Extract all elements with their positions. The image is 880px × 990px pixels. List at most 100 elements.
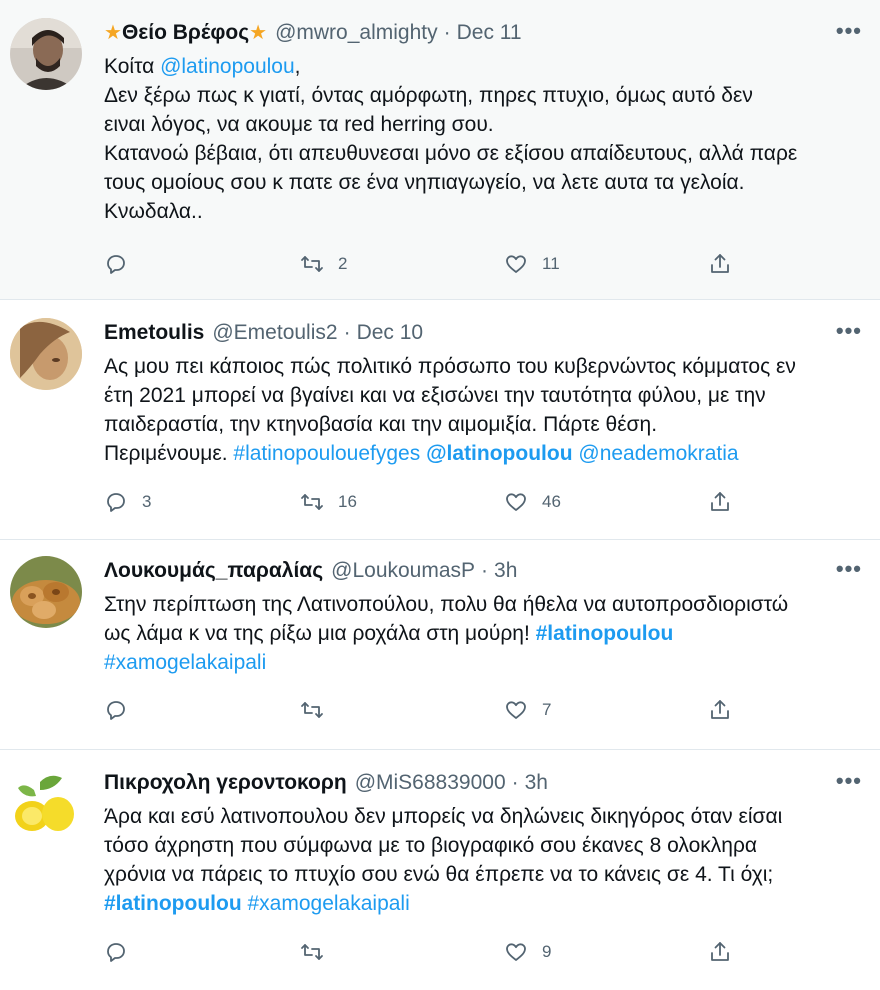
timestamp[interactable]: Dec 10	[357, 318, 424, 348]
like-button[interactable]: 7	[504, 698, 551, 722]
hashtag-link[interactable]: #xamogelakaipali	[248, 892, 410, 915]
mention-link[interactable]: @latinopoulou	[426, 442, 572, 465]
text-segment: Κοίτα	[104, 55, 161, 78]
reply-count: 3	[142, 492, 152, 511]
hashtag-link[interactable]: #latinopoulou	[536, 622, 674, 645]
retweet-icon	[301, 494, 323, 510]
like-icon	[506, 943, 526, 961]
more-icon[interactable]: •••	[836, 768, 862, 794]
avatar[interactable]	[10, 318, 82, 390]
reply-icon	[107, 493, 125, 512]
user-handle[interactable]: @MiS68839000	[355, 768, 506, 798]
more-icon[interactable]: •••	[836, 18, 862, 44]
text-segment: ως λάμα κ να της ρίξω μια ροχάλα στη μού…	[104, 622, 536, 645]
retweet-button[interactable]	[300, 698, 338, 722]
text-line: παιδεραστία, την κτηνοβασία και την αιμο…	[104, 413, 658, 436]
reply-icon	[107, 255, 125, 274]
tweet-actions: 9	[104, 940, 840, 970]
separator: ·	[343, 321, 351, 344]
like-button[interactable]: 9	[504, 940, 551, 964]
hashtag-link[interactable]: #xamogelakaipali	[104, 651, 266, 674]
text-line: Στην περίπτωση της Λατινοπούλου, πολυ θα…	[104, 593, 789, 616]
tweet[interactable]: ★ Θείο Βρέφος ★ @mwro_almighty · Dec 11 …	[0, 0, 880, 300]
share-icon	[711, 254, 729, 273]
tweet-actions: 3 16 46	[104, 490, 840, 520]
share-button[interactable]	[708, 698, 732, 722]
like-icon	[506, 255, 526, 273]
retweet-button[interactable]: 16	[300, 490, 357, 514]
display-name[interactable]: Πικροχολη γεροντοκορη	[104, 768, 347, 798]
share-button[interactable]	[708, 940, 732, 964]
reply-button[interactable]	[104, 698, 142, 722]
retweet-button[interactable]: 2	[300, 252, 347, 276]
text-segment: Περιμένουμε.	[104, 442, 234, 465]
like-count: 11	[542, 254, 560, 273]
tweet[interactable]: Πικροχολη γεροντοκορη @MiS68839000 · 3h …	[0, 750, 880, 990]
text-line: τόσο άχρηστη που σύμφωνα με το βιογραφικ…	[104, 834, 758, 857]
like-count: 46	[542, 492, 561, 511]
share-icon	[711, 942, 729, 961]
share-button[interactable]	[708, 490, 732, 514]
user-handle[interactable]: @Emetoulis2	[212, 318, 337, 348]
retweet-icon	[301, 944, 323, 960]
hashtag-link[interactable]: #latinopoulou	[104, 892, 242, 915]
hashtag-link[interactable]: #latinopoulouefyges	[233, 442, 420, 465]
avatar[interactable]	[10, 18, 82, 90]
timestamp[interactable]: 3h	[494, 556, 517, 586]
text-segment: ,	[294, 55, 301, 78]
more-icon[interactable]: •••	[836, 318, 862, 344]
like-button[interactable]: 46	[504, 490, 561, 514]
text-line: Κνωδαλα..	[104, 200, 203, 223]
text-line: Κατανοώ βέβαια, ότι απευθυνεσαι μόνο σε …	[104, 142, 798, 165]
timestamp[interactable]: Dec 11	[457, 18, 522, 48]
tweet-header: Λουκουμάς_παραλίας @LoukoumasP · 3h	[104, 540, 860, 586]
reply-button[interactable]: 3	[104, 490, 151, 514]
tweet-actions: 7	[104, 698, 840, 728]
user-handle[interactable]: @LoukoumasP	[331, 556, 475, 586]
separator: ·	[511, 771, 519, 794]
retweet-count: 16	[338, 492, 357, 511]
reply-icon	[107, 943, 125, 962]
like-icon	[506, 701, 526, 719]
star-emoji-icon: ★	[249, 22, 268, 44]
mention-link[interactable]: @neademokratia	[578, 442, 738, 465]
like-button[interactable]: 11	[504, 252, 560, 276]
like-count: 9	[542, 942, 552, 961]
tweet[interactable]: Emetoulis @Emetoulis2 · Dec 10 ••• Ας μο…	[0, 300, 880, 540]
display-name[interactable]: Emetoulis	[104, 318, 204, 348]
text-line: χρόνια να πάρεις το πτυχίο σου ενώ θα έπ…	[104, 863, 774, 886]
display-name[interactable]: Θείο Βρέφος	[122, 18, 249, 48]
text-line: έτη 2021 μπορεί να βγαίνει και να εξισών…	[104, 384, 766, 407]
tweet-actions: 2 11	[104, 252, 840, 282]
tweet-text: Ας μου πει κάποιος πώς πολιτικό πρόσωπο …	[104, 352, 860, 468]
timestamp[interactable]: 3h	[525, 768, 548, 798]
like-count: 7	[542, 700, 552, 719]
reply-icon	[107, 701, 125, 720]
more-icon[interactable]: •••	[836, 556, 862, 582]
avatar[interactable]	[10, 556, 82, 628]
retweet-button[interactable]	[300, 940, 338, 964]
tweet-feed: ★ Θείο Βρέφος ★ @mwro_almighty · Dec 11 …	[0, 0, 880, 990]
text-line: Άρα και εσύ λατινοπουλου δεν μπορείς να …	[104, 805, 783, 828]
reply-button[interactable]	[104, 940, 142, 964]
tweet-header: ★ Θείο Βρέφος ★ @mwro_almighty · Dec 11	[104, 0, 860, 48]
tweet[interactable]: Λουκουμάς_παραλίας @LoukoumasP · 3h ••• …	[0, 540, 880, 750]
share-button[interactable]	[708, 252, 732, 276]
tweet-header: Πικροχολη γεροντοκορη @MiS68839000 · 3h	[104, 750, 860, 798]
tweet-text: Κοίτα @latinopoulou, Δεν ξέρω πως κ γιατ…	[104, 52, 860, 226]
retweet-icon	[301, 702, 323, 718]
separator: ·	[481, 559, 489, 582]
text-line: Ας μου πει κάποιος πώς πολιτικό πρόσωπο …	[104, 355, 796, 378]
mention-link[interactable]: @latinopoulou	[160, 55, 295, 78]
tweet-text: Στην περίπτωση της Λατινοπούλου, πολυ θα…	[104, 590, 860, 677]
like-icon	[506, 493, 526, 511]
display-name[interactable]: Λουκουμάς_παραλίας	[104, 556, 323, 586]
user-handle[interactable]: @mwro_almighty	[275, 18, 438, 48]
separator: ·	[443, 21, 451, 44]
reply-button[interactable]	[104, 252, 142, 276]
text-line: Δεν ξέρω πως κ γιατί, όντας αμόρφωτη, πη…	[104, 84, 753, 107]
share-icon	[711, 700, 729, 719]
tweet-header: Emetoulis @Emetoulis2 · Dec 10	[104, 300, 860, 348]
avatar[interactable]	[10, 768, 82, 840]
retweet-count: 2	[338, 254, 348, 273]
